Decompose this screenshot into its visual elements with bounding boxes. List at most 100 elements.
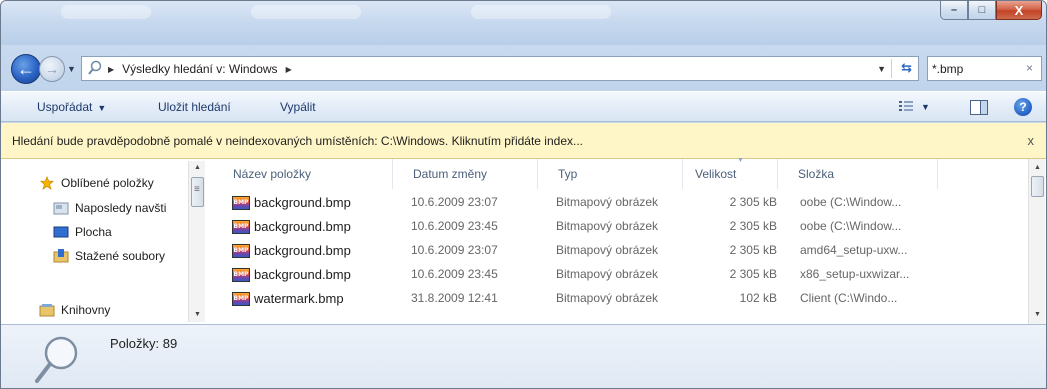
sidebar-item-recent-places[interactable]: Naposledy navšti (53, 201, 166, 215)
save-search-label: Uložit hledání (158, 100, 231, 114)
title-blur (471, 5, 611, 19)
close-info-bar-icon[interactable]: x (1028, 133, 1035, 148)
sidebar-item-label: Plocha (75, 225, 112, 239)
command-bar: Uspořádat ▼ Uložit hledání Vypálit ▼ ? (1, 91, 1046, 122)
back-button[interactable]: ← (11, 54, 41, 84)
file-name: background.bmp (254, 243, 351, 258)
column-header-size[interactable]: Velikost (683, 159, 778, 189)
file-date: 31.8.2009 12:41 (411, 291, 498, 305)
maximize-icon: □ (978, 4, 986, 16)
table-row[interactable]: BMP background.bmp 10.6.2009 23:45 Bitmap… (213, 263, 1013, 287)
search-box[interactable]: × (927, 56, 1042, 81)
search-input[interactable] (932, 58, 1017, 79)
breadcrumb-separator-icon[interactable]: ▶ (108, 65, 114, 74)
file-type: Bitmapový obrázek (556, 291, 659, 305)
sidebar-item-desktop[interactable]: Plocha (53, 225, 112, 239)
breadcrumb-item[interactable]: Výsledky hledání v: Windows (122, 62, 277, 76)
help-button[interactable]: ? (1014, 98, 1032, 116)
column-header-folder[interactable]: Složka (778, 159, 938, 189)
file-date: 10.6.2009 23:45 (411, 267, 498, 281)
desktop-icon (53, 226, 69, 238)
change-view-icon[interactable] (899, 100, 913, 113)
details-pane: Položky: 89 (1, 324, 1046, 388)
file-folder: oobe (C:\Window... (800, 195, 902, 209)
sidebar-item-favorites[interactable]: Oblíbené položky (39, 176, 154, 190)
scroll-down-icon[interactable]: ▼ (189, 308, 206, 322)
file-list: Název položky Datum změny Typ Velikost ▼… (213, 157, 1028, 324)
file-size: 102 kB (739, 291, 777, 305)
forward-button[interactable]: → (39, 56, 65, 82)
title-bar[interactable]: – □ X (1, 1, 1046, 45)
clear-search-icon[interactable]: × (1026, 61, 1033, 75)
organize-label: Uspořádat (37, 100, 93, 114)
file-name-cell: BMP background.bmp (232, 195, 351, 210)
file-folder: amd64_setup-uxw... (800, 243, 908, 257)
preview-pane-icon[interactable] (970, 100, 988, 115)
file-type: Bitmapový obrázek (556, 219, 659, 233)
file-size: 2 305 kB (729, 219, 777, 233)
address-history-dropdown-icon[interactable]: ▼ (877, 64, 886, 74)
file-name-cell: BMP background.bmp (232, 219, 351, 234)
bitmap-file-icon: BMP (232, 195, 250, 210)
scroll-down-icon[interactable]: ▼ (1029, 308, 1046, 322)
table-row[interactable]: BMP watermark.bmp 31.8.2009 12:41 Bitmapo… (213, 287, 1013, 311)
title-blur (251, 5, 361, 19)
navigation-pane-scrollbar[interactable]: ▲ ▼ (188, 161, 205, 322)
organize-button[interactable]: Uspořádat ▼ (37, 100, 106, 114)
scroll-up-icon[interactable]: ▲ (189, 161, 206, 175)
column-header-date[interactable]: Datum změny (393, 159, 538, 189)
sidebar-item-label: Oblíbené položky (61, 176, 154, 190)
file-type: Bitmapový obrázek (556, 195, 659, 209)
minimize-button[interactable]: – (940, 1, 968, 20)
view-options-dropdown-icon[interactable]: ▼ (921, 102, 930, 112)
sidebar-item-libraries[interactable]: Knihovny (39, 303, 110, 317)
sidebar-item-label: Naposledy navšti (75, 201, 167, 215)
libraries-icon (39, 304, 55, 317)
maximize-button[interactable]: □ (968, 1, 996, 20)
file-name: background.bmp (254, 195, 351, 210)
table-row[interactable]: BMP background.bmp 10.6.2009 23:07 Bitmap… (213, 239, 1013, 263)
scrollbar-thumb[interactable] (191, 177, 204, 207)
bitmap-file-icon: BMP (232, 267, 250, 282)
column-header-name[interactable]: Název položky (213, 159, 393, 189)
breadcrumb: ▶ Výsledky hledání v: Windows ▶ (108, 62, 292, 76)
file-name: watermark.bmp (254, 291, 344, 306)
table-row[interactable]: BMP background.bmp 10.6.2009 23:45 Bitmap… (213, 215, 1013, 239)
file-name: background.bmp (254, 267, 351, 282)
pane-splitter[interactable] (206, 159, 208, 324)
file-name-cell: BMP background.bmp (232, 267, 351, 282)
sidebar-item-label: Knihovny (61, 303, 111, 317)
close-button[interactable]: X (996, 1, 1042, 20)
back-arrow-icon: ← (17, 58, 35, 79)
search-results-icon (88, 60, 102, 75)
scroll-up-icon[interactable]: ▲ (1029, 161, 1046, 175)
table-row[interactable]: BMP background.bmp 10.6.2009 23:07 Bitmap… (213, 191, 1013, 215)
recent-pages-dropdown[interactable]: ▼ (67, 64, 76, 74)
sidebar-item-downloads[interactable]: Stažené soubory (53, 249, 165, 263)
save-search-button[interactable]: Uložit hledání (158, 100, 231, 114)
info-bar-text[interactable]: Hledání bude pravděpodobně pomalé v nein… (12, 134, 583, 148)
address-bar[interactable]: ▶ Výsledky hledání v: Windows ▶ ▼ ⇆ (81, 56, 919, 81)
recent-places-icon (53, 202, 69, 215)
file-type: Bitmapový obrázek (556, 243, 659, 257)
burn-label: Vypálit (280, 100, 316, 114)
file-name-cell: BMP background.bmp (232, 243, 351, 258)
file-list-scrollbar[interactable]: ▲ ▼ (1028, 159, 1045, 324)
navigation-bar: ← → ▼ ▶ Výsledky hledání v: Windows ▶ ▼ … (1, 45, 1046, 91)
index-info-bar[interactable]: Hledání bude pravděpodobně pomalé v nein… (1, 123, 1046, 159)
column-header-type[interactable]: Typ (538, 159, 683, 189)
file-size: 2 305 kB (729, 267, 777, 281)
magnifier-icon (35, 336, 78, 383)
scrollbar-thumb[interactable] (1031, 176, 1044, 197)
refresh-icon[interactable]: ⇆ (901, 60, 912, 76)
breadcrumb-separator-icon[interactable]: ▶ (286, 65, 292, 74)
downloads-folder-icon (53, 249, 69, 263)
forward-arrow-icon: → (45, 61, 59, 77)
file-folder: Client (C:\Windo... (800, 291, 898, 305)
item-count: Položky: 89 (110, 336, 178, 351)
burn-button[interactable]: Vypálit (280, 100, 316, 114)
file-size: 2 305 kB (729, 195, 777, 209)
explorer-window: – □ X ← → ▼ ▶ Výsledky hledání v: Window… (0, 0, 1047, 389)
close-icon: X (1014, 2, 1024, 18)
file-name-cell: BMP watermark.bmp (232, 291, 344, 306)
